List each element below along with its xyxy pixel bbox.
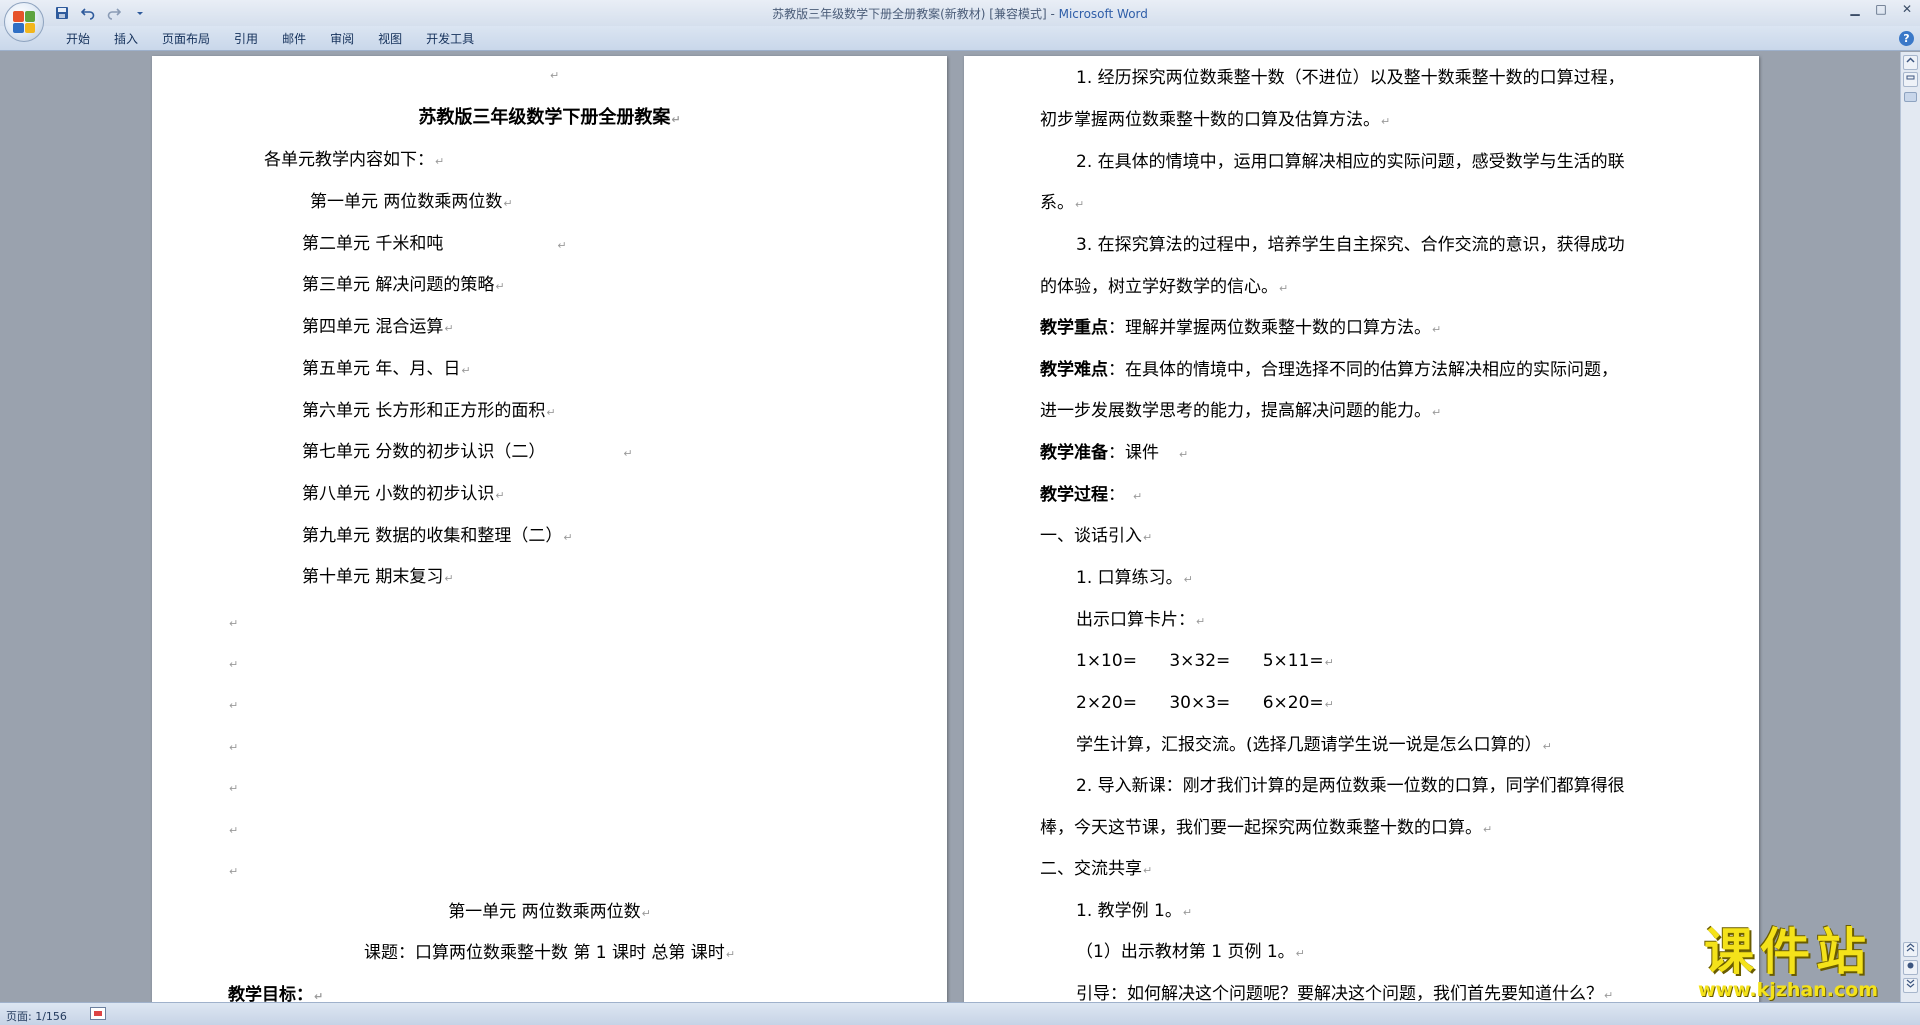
page-count[interactable]: 页面: 1/156: [6, 1008, 67, 1024]
example-1: 1. 教学例 1。↵: [1076, 901, 1193, 921]
ribbon-tab-bar: 开始 插入 页面布局 引用 邮件 审阅 视图 开发工具 ?: [0, 26, 1920, 51]
unit-list-item: 第一单元 两位数乘两位数↵: [310, 192, 513, 212]
office-button[interactable]: [4, 2, 44, 42]
paragraph-mark: ↵: [229, 824, 239, 837]
unit-list-item: 第八单元 小数的初步认识↵: [302, 484, 505, 504]
new-lesson-line-1: 2. 导入新课：刚才我们计算的是两位数乘一位数的口算，同学们都算得很: [1076, 776, 1625, 796]
document-workspace[interactable]: ↵ 苏教版三年级数学下册全册教案↵ 各单元教学内容如下：↵ 第一单元 两位数乘两…: [0, 52, 1900, 1002]
unit-intro-text: 各单元教学内容如下：↵: [264, 150, 445, 170]
unit-list-item: 第九单元 数据的收集和整理（二）↵: [302, 526, 573, 546]
show-cards: 出示口算卡片：↵: [1076, 610, 1206, 630]
ruler-toggle-button[interactable]: [1903, 72, 1918, 87]
paragraph-mark: ↵: [550, 69, 560, 82]
unit-list-item: 第十单元 期末复习↵: [302, 567, 454, 587]
unit-list-item: 第五单元 年、月、日↵: [302, 359, 471, 379]
goal-3-line-2: 的体验，树立学好数学的信心。↵: [1040, 277, 1289, 297]
paragraph-mark: ↵: [229, 741, 239, 754]
teaching-goals-label: 教学目标：↵: [228, 985, 324, 1002]
window-title: 苏教版三年级数学下册全册教案(新教材) [兼容模式] - Microsoft W…: [0, 5, 1920, 22]
paragraph-mark: ↵: [229, 658, 239, 671]
window-title-document: 苏教版三年级数学下册全册教案(新教材) [兼容模式] -: [772, 7, 1055, 21]
goal-2-line-2: 系。↵: [1040, 193, 1085, 213]
dropdown-arrow-icon: [137, 12, 143, 15]
minimize-button[interactable]: ▁: [1842, 0, 1868, 18]
tab-page-layout[interactable]: 页面布局: [152, 30, 220, 48]
scrollbar-thumb[interactable]: [1904, 92, 1917, 102]
office-logo-icon: [13, 11, 35, 33]
document-page-right[interactable]: 1. 经历探究两位数乘整十数（不进位）以及整十数乘整十数的口算过程， 初步掌握两…: [964, 56, 1759, 1002]
redo-button[interactable]: [104, 4, 124, 22]
undo-button[interactable]: [78, 4, 98, 22]
ruler-icon: [1906, 75, 1915, 80]
difficulty-line-1: 教学难点：在具体的情境中，合理选择不同的估算方法解决相应的实际问题，: [1040, 360, 1618, 380]
status-bar: 页面: 1/156: [0, 1002, 1920, 1025]
difficulty-line-2: 进一步发展数学思考的能力，提高解决问题的能力。↵: [1040, 401, 1442, 421]
section-1-heading: 一、谈话引入↵: [1040, 526, 1153, 546]
section-2-heading: 二、交流共享↵: [1040, 859, 1153, 879]
document-page-left[interactable]: ↵ 苏教版三年级数学下册全册教案↵ 各单元教学内容如下：↵ 第一单元 两位数乘两…: [152, 56, 947, 1002]
close-button[interactable]: ✕: [1894, 0, 1920, 18]
new-lesson-line-2: 棒，今天这节课，我们要一起探究两位数乘整十数的口算。↵: [1040, 818, 1493, 838]
window-controls: ▁ □ ✕: [1842, 0, 1920, 20]
goal-1-line-2: 初步掌握两位数乘整十数的口算及估算方法。↵: [1040, 110, 1391, 130]
paragraph-mark: ↵: [229, 617, 239, 630]
watermark-title: 课件站: [1704, 923, 1872, 981]
calc-row-2: 2×20= 30×3= 6×20=↵: [1076, 693, 1334, 713]
unit-list-item: 第四单元 混合运算↵: [302, 317, 454, 337]
ribbon-tabs: 开始 插入 页面布局 引用 邮件 审阅 视图 开发工具: [56, 30, 484, 48]
tab-developer[interactable]: 开发工具: [416, 30, 484, 48]
chevron-up-icon: [1906, 57, 1915, 63]
goal-3-line-1: 3. 在探究算法的过程中，培养学生自主探究、合作交流的意识，获得成功: [1076, 235, 1625, 255]
customize-toolbar-button[interactable]: [130, 4, 150, 22]
unit-list-item: 第七单元 分数的初步认识（二） ↵: [302, 442, 633, 462]
scroll-up-button[interactable]: [1903, 55, 1918, 70]
oral-practice: 1. 口算练习。↵: [1076, 568, 1193, 588]
help-button[interactable]: ?: [1899, 31, 1914, 46]
tab-insert[interactable]: 插入: [104, 30, 148, 48]
site-watermark: 课件站 www.kjzhan.com: [1668, 925, 1908, 1003]
window-title-app: Microsoft Word: [1058, 7, 1148, 21]
process-label: 教学过程： ↵: [1040, 485, 1143, 505]
key-point: 教学重点：理解并掌握两位数乘整十数的口算方法。↵: [1040, 318, 1442, 338]
goal-1-line-1: 1. 经历探究两位数乘整十数（不进位）以及整十数乘整十数的口算过程，: [1076, 68, 1625, 88]
undo-icon: [81, 8, 95, 20]
unit-list-item: 第二单元 千米和吨 ↵: [302, 234, 567, 254]
lesson-title: 课题：口算两位数乘整十数 第 1 课时 总第 课时↵: [363, 943, 736, 963]
title-bar: 苏教版三年级数学下册全册教案(新教材) [兼容模式] - Microsoft W…: [0, 0, 1920, 26]
unit-list-item: 第三单元 解决问题的策略↵: [302, 275, 505, 295]
tab-view[interactable]: 视图: [368, 30, 412, 48]
vertical-scrollbar[interactable]: [1900, 52, 1920, 1002]
preparation: 教学准备：课件 ↵: [1040, 443, 1189, 463]
maximize-button[interactable]: □: [1868, 0, 1894, 18]
tab-home[interactable]: 开始: [56, 30, 100, 48]
guide-question: 引导：如何解决这个问题呢？要解决这个问题，我们首先要知道什么？↵: [1076, 984, 1614, 1002]
example-1-step-1: （1）出示教材第 1 页例 1。↵: [1076, 942, 1305, 962]
document-title: 苏教版三年级数学下册全册教案↵: [418, 107, 681, 128]
unit1-heading: 第一单元 两位数乘两位数↵: [448, 902, 651, 922]
tab-mailings[interactable]: 邮件: [272, 30, 316, 48]
paragraph-mark: ↵: [229, 699, 239, 712]
goal-2-line-1: 2. 在具体的情境中，运用口算解决相应的实际问题，感受数学与生活的联: [1076, 152, 1625, 172]
quick-access-toolbar: [52, 3, 150, 23]
tab-review[interactable]: 审阅: [320, 30, 364, 48]
unit-list-item: 第六单元 长方形和正方形的面积↵: [302, 401, 556, 421]
calc-row-1: 1×10= 3×32= 5×11=↵: [1076, 651, 1334, 671]
watermark-url: www.kjzhan.com: [1697, 979, 1879, 1001]
student-report: 学生计算，汇报交流。(选择几题请学生说一说是怎么口算的）↵: [1076, 735, 1552, 755]
proofing-icon[interactable]: [90, 1007, 106, 1020]
redo-icon: [107, 8, 121, 20]
save-button[interactable]: [52, 4, 72, 22]
floppy-disk-icon: [56, 7, 68, 19]
paragraph-mark: ↵: [229, 782, 239, 795]
tab-references[interactable]: 引用: [224, 30, 268, 48]
paragraph-mark: ↵: [229, 865, 239, 878]
